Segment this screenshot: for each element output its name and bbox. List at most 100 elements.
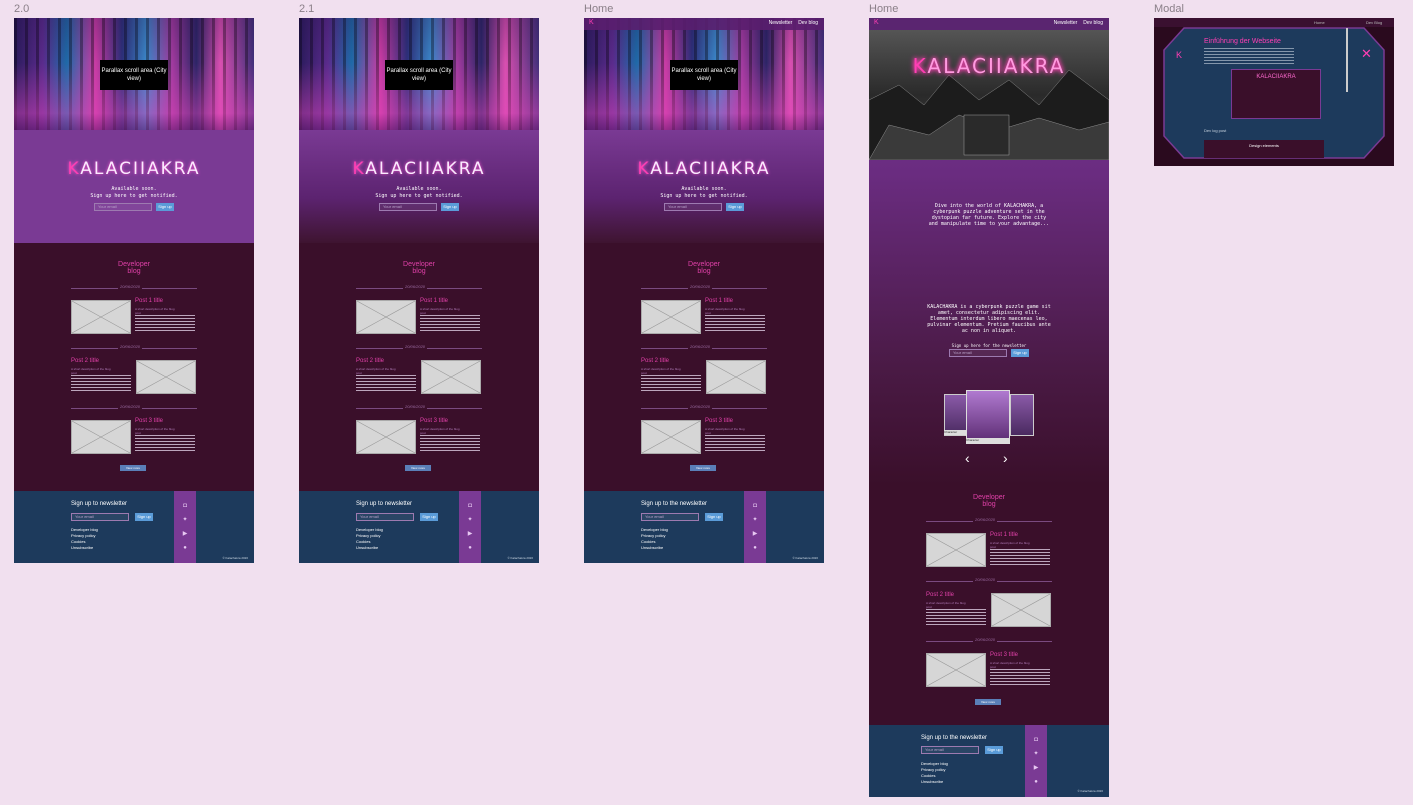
twitter-icon[interactable]: ✦ <box>182 517 188 523</box>
facebook-icon[interactable]: ● <box>467 545 473 551</box>
instagram-icon[interactable]: ◘ <box>182 503 188 509</box>
footer-link[interactable]: Unsubscribe <box>641 545 668 551</box>
post-date: 20/06/2020 <box>403 404 428 409</box>
youtube-icon[interactable]: ▶ <box>1033 765 1039 771</box>
post-1-title[interactable]: Post 1 title <box>705 298 733 304</box>
frame-2-1: Parallax scroll area (City view) KALACII… <box>299 18 539 563</box>
modal-title: Einführung der Webseite <box>1204 38 1281 45</box>
hero-email-input[interactable]: Your email <box>94 203 152 211</box>
view-all-button[interactable]: View more <box>690 465 716 471</box>
close-icon[interactable]: ✕ <box>1361 46 1372 62</box>
hero-email-input[interactable]: Your email <box>379 203 437 211</box>
available-text: Available soon. Sign up here to get notif… <box>375 186 463 199</box>
logo-mark[interactable]: K <box>589 19 594 26</box>
footer-email-input[interactable]: Your email <box>641 513 699 521</box>
footer-signup-button[interactable]: Sign up <box>985 746 1003 754</box>
game-logo: KALACIIAKRA <box>637 159 771 179</box>
view-all-button[interactable]: View more <box>405 465 431 471</box>
modal-section-box: Design elements <box>1204 140 1324 158</box>
post-3-image[interactable] <box>71 420 131 454</box>
home-signup-row: Your email Sign up <box>869 349 1109 357</box>
post-1-image[interactable] <box>641 300 701 334</box>
youtube-icon[interactable]: ▶ <box>752 531 758 537</box>
blog-title: Developer blog <box>118 261 150 275</box>
facebook-icon[interactable]: ● <box>182 545 188 551</box>
view-all-button[interactable]: View more <box>120 465 146 471</box>
post-3-title[interactable]: Post 3 title <box>420 418 448 424</box>
copyright: © Kalachakra 2020 <box>222 556 248 560</box>
character-card-right[interactable] <box>1010 394 1034 436</box>
post-3-image[interactable] <box>926 653 986 687</box>
post-2-image[interactable] <box>991 593 1051 627</box>
post-3-sub: A short description of the blog post <box>420 427 460 435</box>
post-3-title[interactable]: Post 3 title <box>135 418 163 424</box>
post-2-title[interactable]: Post 2 title <box>926 592 954 598</box>
youtube-icon[interactable]: ▶ <box>467 531 473 537</box>
hero-signup-row: Your email Sign up <box>584 203 824 211</box>
hero-email-input[interactable]: Your email <box>664 203 722 211</box>
nav-devblog[interactable]: Dev blog <box>1083 20 1103 26</box>
instagram-icon[interactable]: ◘ <box>467 503 473 509</box>
post-2-image[interactable] <box>136 360 196 394</box>
footer-link[interactable]: Unsubscribe <box>356 545 383 551</box>
home-email-input[interactable]: Your email <box>949 349 1007 357</box>
post-3-image[interactable] <box>356 420 416 454</box>
post-1-text <box>420 315 480 333</box>
logo-mark[interactable]: K <box>874 19 879 26</box>
twitter-icon[interactable]: ✦ <box>752 517 758 523</box>
twitter-icon[interactable]: ✦ <box>467 517 473 523</box>
post-2-text <box>641 375 701 393</box>
view-all-button[interactable]: View more <box>975 699 1001 705</box>
character-card-center[interactable] <box>966 390 1010 444</box>
carousel-prev-icon[interactable]: ‹ <box>965 450 970 466</box>
post-1-image[interactable] <box>71 300 131 334</box>
frame-label-2-0: 2.0 <box>14 3 30 15</box>
post-2-sub: A short description of the blog post <box>641 367 681 375</box>
hero-signup-button[interactable]: Sign up <box>156 203 174 211</box>
hero-signup-button[interactable]: Sign up <box>441 203 459 211</box>
instagram-icon[interactable]: ◘ <box>752 503 758 509</box>
instagram-icon[interactable]: ◘ <box>1033 737 1039 743</box>
post-date: 20/06/2020 <box>688 344 713 349</box>
post-1-title[interactable]: Post 1 title <box>990 532 1018 538</box>
footer-signup-button[interactable]: Sign up <box>135 513 153 521</box>
footer-signup-button[interactable]: Sign up <box>705 513 723 521</box>
footer-email-input[interactable]: Your email <box>921 746 979 754</box>
post-3-title[interactable]: Post 3 title <box>705 418 733 424</box>
post-1-title[interactable]: Post 1 title <box>420 298 448 304</box>
facebook-icon[interactable]: ● <box>752 545 758 551</box>
modal-scrollbar[interactable] <box>1346 28 1348 92</box>
nav-devblog[interactable]: Dev blog <box>798 20 818 26</box>
post-1-sub: A short description of the blog post <box>990 541 1030 549</box>
footer-links: Developer blog Privacy policy Cookies Un… <box>641 527 668 551</box>
game-logo: KALACIIAKRA <box>67 159 201 179</box>
home-signup-button[interactable]: Sign up <box>1011 349 1029 357</box>
post-3-text <box>420 435 480 453</box>
footer-link[interactable]: Unsubscribe <box>71 545 98 551</box>
post-1-title[interactable]: Post 1 title <box>135 298 163 304</box>
post-3-image[interactable] <box>641 420 701 454</box>
carousel-next-icon[interactable]: › <box>1003 450 1008 466</box>
footer-link[interactable]: Unsubscribe <box>921 779 948 785</box>
post-1-image[interactable] <box>356 300 416 334</box>
post-2-image[interactable] <box>421 360 481 394</box>
footer-signup-button[interactable]: Sign up <box>420 513 438 521</box>
post-2-text <box>356 375 416 393</box>
footer-email-input[interactable]: Your email <box>356 513 414 521</box>
nav-newsletter[interactable]: Newsletter <box>769 20 793 26</box>
post-1-sub: A short description of the blog post <box>705 307 745 315</box>
post-2-title[interactable]: Post 2 title <box>71 358 99 364</box>
post-2-image[interactable] <box>706 360 766 394</box>
footer-email-input[interactable]: Your email <box>71 513 129 521</box>
post-2-title[interactable]: Post 2 title <box>356 358 384 364</box>
post-3-title[interactable]: Post 3 title <box>990 652 1018 658</box>
nav-newsletter[interactable]: Newsletter <box>1054 20 1078 26</box>
youtube-icon[interactable]: ▶ <box>182 531 188 537</box>
hero-signup-button[interactable]: Sign up <box>726 203 744 211</box>
post-1-image[interactable] <box>926 533 986 567</box>
twitter-icon[interactable]: ✦ <box>1033 751 1039 757</box>
top-navbar: K Newsletter Dev blog <box>869 18 1109 30</box>
facebook-icon[interactable]: ● <box>1033 779 1039 785</box>
hero-signup-row: Your email Sign up <box>14 203 254 211</box>
post-2-title[interactable]: Post 2 title <box>641 358 669 364</box>
